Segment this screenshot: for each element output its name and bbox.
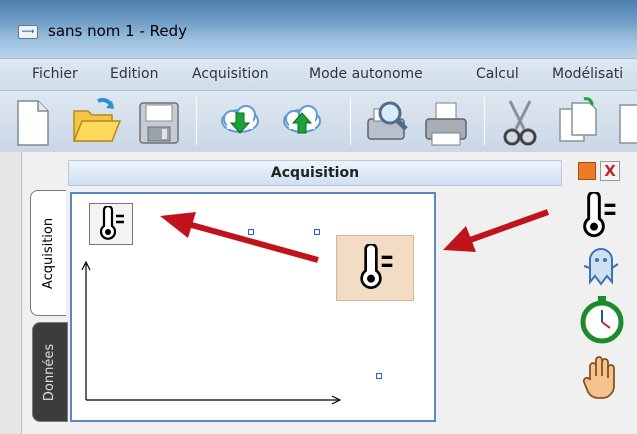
hand-icon — [582, 356, 615, 399]
thermometer-icon — [99, 206, 124, 240]
thermometer-icon — [583, 190, 616, 238]
palette-ghost[interactable] — [580, 242, 622, 294]
stopwatch-icon — [580, 296, 624, 344]
selection-handle[interactable] — [376, 373, 382, 379]
selection-handle[interactable] — [248, 229, 254, 235]
thermometer-widget[interactable] — [89, 203, 133, 245]
thermometer-icon — [360, 244, 393, 289]
palette-stopwatch[interactable] — [578, 294, 626, 348]
dragged-thermometer-widget[interactable] — [336, 235, 414, 301]
ghost-icon — [583, 248, 619, 286]
selection-handle[interactable] — [314, 229, 320, 235]
palette-thermometer[interactable] — [574, 190, 622, 244]
palette-hand[interactable] — [582, 354, 624, 406]
